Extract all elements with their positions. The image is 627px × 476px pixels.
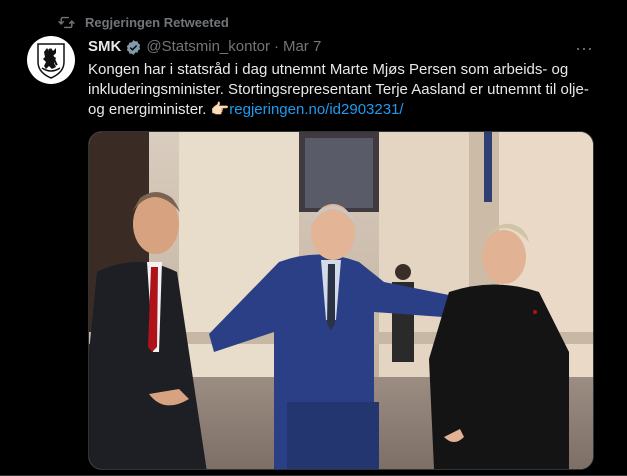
tweet-header: SMK @Statsmin_kontor · Mar 7 xyxy=(88,37,321,57)
retweet-icon xyxy=(58,16,75,29)
tweet[interactable]: Regjeringen Retweeted SMK @Statsmin_kont… xyxy=(0,0,627,476)
author-handle[interactable]: @Statsmin_kontor xyxy=(146,37,270,57)
retweet-indicator: Regjeringen Retweeted xyxy=(58,14,229,31)
avatar[interactable] xyxy=(27,36,75,84)
pointing-emoji: 👉🏻 xyxy=(210,101,230,118)
retweet-label: Regjeringen Retweeted xyxy=(85,15,229,30)
more-options-icon[interactable]: ··· xyxy=(572,36,596,60)
author-name[interactable]: SMK xyxy=(88,37,121,57)
lion-coat-of-arms-icon xyxy=(37,43,65,79)
separator-dot: · xyxy=(273,38,279,55)
tweet-photo[interactable] xyxy=(88,131,594,470)
tweet-date[interactable]: Mar 7 xyxy=(283,37,321,57)
verified-badge-icon xyxy=(125,39,142,56)
tweet-link[interactable]: regjeringen.no/id2903231/ xyxy=(229,101,403,118)
photo-illustration xyxy=(89,132,593,469)
tweet-text: Kongen har i statsråd i dag utnemnt Mart… xyxy=(88,60,598,120)
